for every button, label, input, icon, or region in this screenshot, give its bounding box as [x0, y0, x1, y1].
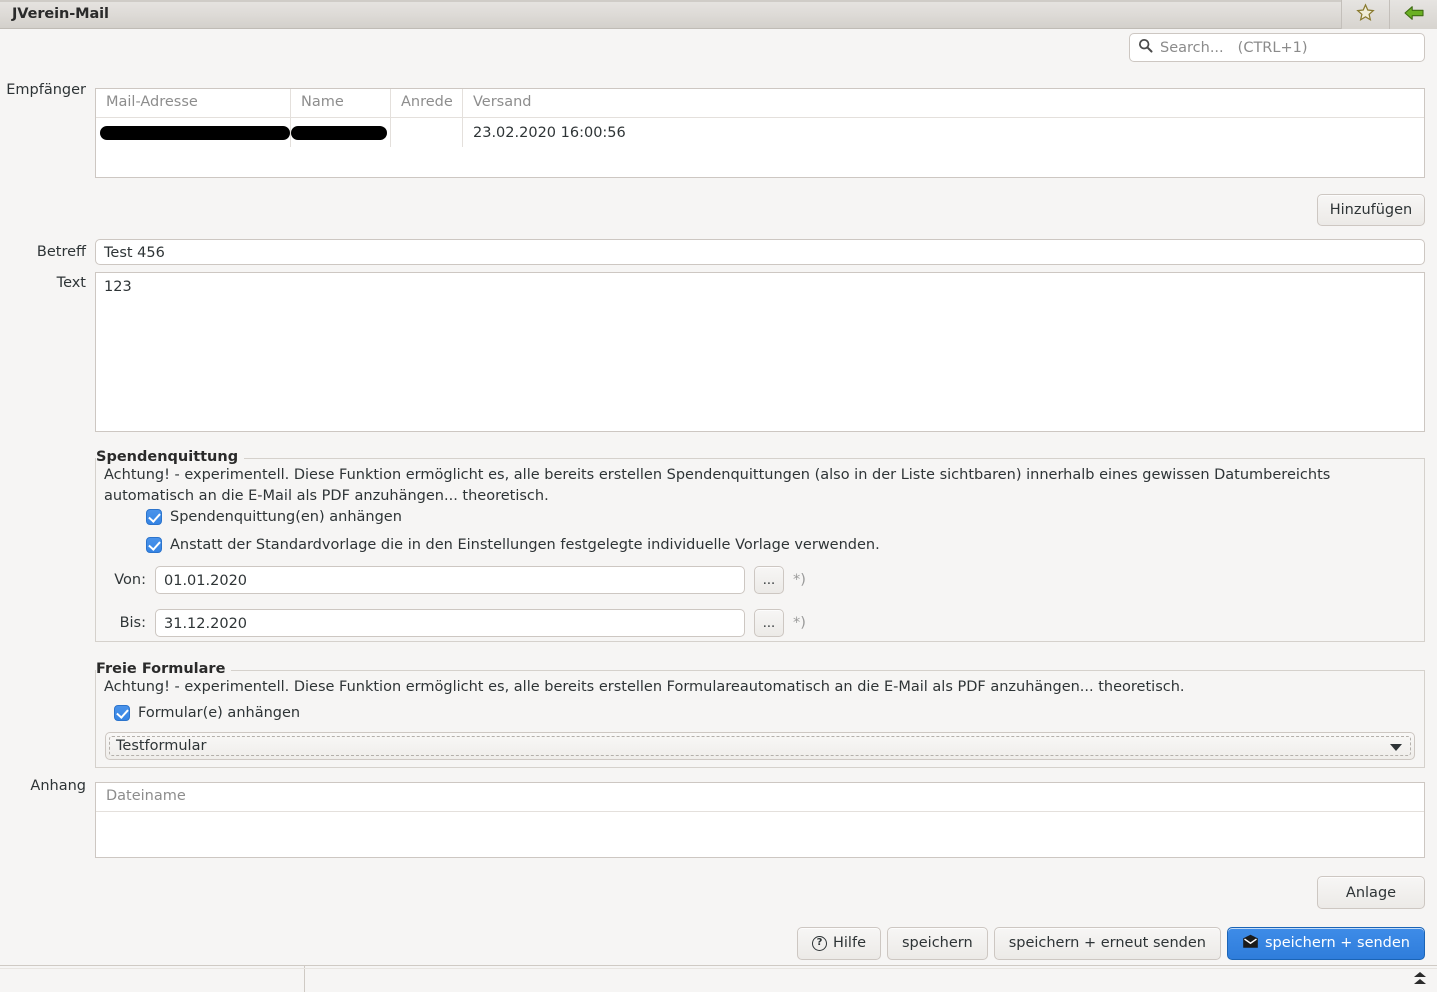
text-label: Text [56, 275, 86, 291]
checkbox-individual-template-box[interactable] [146, 537, 162, 553]
titlebar: JVerein-Mail [0, 0, 1437, 29]
favorite-star-icon [1356, 3, 1375, 26]
action-button-bar: ? Hilfe speichern speichern + erneut sen… [0, 925, 1437, 961]
titlebar-top-edge [0, 0, 1437, 2]
help-question-icon: ? [812, 935, 827, 951]
checkbox-attach-forms[interactable]: Formular(e) anhängen [114, 705, 300, 721]
checkbox-individual-template-label: Anstatt der Standardvorlage die in den E… [170, 537, 880, 553]
date-from-input[interactable]: 01.01.2020 [155, 566, 745, 594]
redacted-mail-adresse [100, 125, 290, 140]
statusbar [0, 965, 1437, 992]
redacted-name [291, 125, 387, 140]
text-textarea[interactable]: 123 [95, 272, 1425, 432]
search-shortcut-hint: (CTRL+1) [1237, 39, 1308, 56]
search-placeholder: Search... (CTRL+1) [1160, 40, 1307, 56]
cell-name [291, 118, 391, 147]
checkbox-attach-receipts-box[interactable] [146, 509, 162, 525]
attachment-add-button[interactable]: Anlage [1317, 876, 1425, 909]
help-button-label: Hilfe [833, 935, 866, 951]
attachment-table[interactable]: Dateiname [95, 782, 1425, 858]
date-to-picker-button[interactable]: ... [754, 609, 784, 637]
freie-formulare-description: Achtung! - experimentell. Diese Funktion… [104, 679, 1185, 695]
column-header-anrede[interactable]: Anrede [391, 89, 463, 118]
spendenquittung-group: Spendenquittung Achtung! - experimentell… [95, 449, 1425, 642]
date-to-label: Bis: [119, 615, 146, 631]
freie-formulare-group-title: Freie Formulare [96, 661, 232, 677]
save-and-send-button[interactable]: speichern + senden [1226, 926, 1425, 960]
column-header-dateiname[interactable]: Dateiname [96, 783, 1424, 812]
date-from-picker-button[interactable]: ... [754, 566, 784, 594]
cell-anrede [391, 118, 463, 147]
form-select-dropdown[interactable]: Testformular [105, 732, 1415, 760]
save-and-resend-button[interactable]: speichern + erneut senden [993, 926, 1221, 960]
statusbar-panel-right [305, 966, 1437, 992]
save-button[interactable]: speichern [887, 926, 988, 960]
jverein-mail-window: JVerein-Mail Search... (CTRL+1) Empfänge… [0, 0, 1437, 992]
chevron-down-icon [1390, 744, 1402, 751]
spendenquittung-group-title: Spendenquittung [96, 449, 245, 465]
table-row[interactable]: 23.02.2020 16:00:56 [96, 118, 1424, 147]
date-from-label: Von: [114, 572, 146, 588]
save-and-send-label: speichern + senden [1264, 935, 1410, 951]
back-arrow-icon [1403, 4, 1425, 26]
subject-input[interactable]: Test 456 [95, 239, 1425, 265]
recipients-table-header: Mail-Adresse Name Anrede Versand [96, 89, 1424, 118]
recipients-table[interactable]: Mail-Adresse Name Anrede Versand 23.02.2… [95, 88, 1425, 178]
help-button[interactable]: ? Hilfe [797, 926, 881, 960]
checkbox-individual-template[interactable]: Anstatt der Standardvorlage die in den E… [146, 537, 880, 553]
search-input[interactable]: Search... (CTRL+1) [1129, 33, 1425, 62]
titlebar-button-group [1341, 0, 1437, 29]
subject-label: Betreff [36, 244, 86, 260]
column-header-mail-adresse[interactable]: Mail-Adresse [96, 89, 291, 118]
date-from-required-note: *) [793, 572, 806, 588]
statusbar-panel-left [0, 966, 305, 992]
add-recipient-button[interactable]: Hinzufügen [1317, 194, 1425, 226]
envelope-icon [1242, 934, 1259, 953]
search-icon [1138, 38, 1153, 57]
column-header-versand[interactable]: Versand [463, 89, 1424, 118]
window-title: JVerein-Mail [12, 6, 109, 22]
expand-collapse-icon[interactable] [1413, 972, 1427, 988]
checkbox-attach-forms-box[interactable] [114, 705, 130, 721]
date-to-row: Bis: 31.12.2020 ... *) [104, 609, 806, 637]
checkbox-attach-forms-label: Formular(e) anhängen [138, 705, 301, 721]
attachment-label: Anhang [30, 778, 86, 794]
search-placeholder-text: Search... [1160, 39, 1224, 56]
back-arrow-button[interactable] [1389, 0, 1437, 29]
checkbox-attach-receipts-label: Spendenquittung(en) anhängen [170, 509, 402, 525]
form-select-focus-ring [109, 736, 1411, 756]
cell-versand: 23.02.2020 16:00:56 [473, 124, 626, 141]
date-to-input[interactable]: 31.12.2020 [155, 609, 745, 637]
spendenquittung-description: Achtung! - experimentell. Diese Funktion… [104, 467, 1331, 504]
grip-triangle-lower [1414, 979, 1426, 984]
statusbar-divider [0, 968, 1437, 969]
date-from-row: Von: 01.01.2020 ... *) [104, 566, 806, 594]
form-select-value: Testformular [116, 738, 207, 754]
grip-triangle-upper [1414, 972, 1426, 977]
date-to-required-note: *) [793, 615, 806, 631]
favorite-star-button[interactable] [1341, 0, 1389, 29]
column-header-name[interactable]: Name [291, 89, 391, 118]
cell-mail-adresse [96, 118, 291, 147]
checkbox-attach-receipts[interactable]: Spendenquittung(en) anhängen [146, 509, 402, 525]
recipients-label: Empfänger [6, 82, 86, 98]
